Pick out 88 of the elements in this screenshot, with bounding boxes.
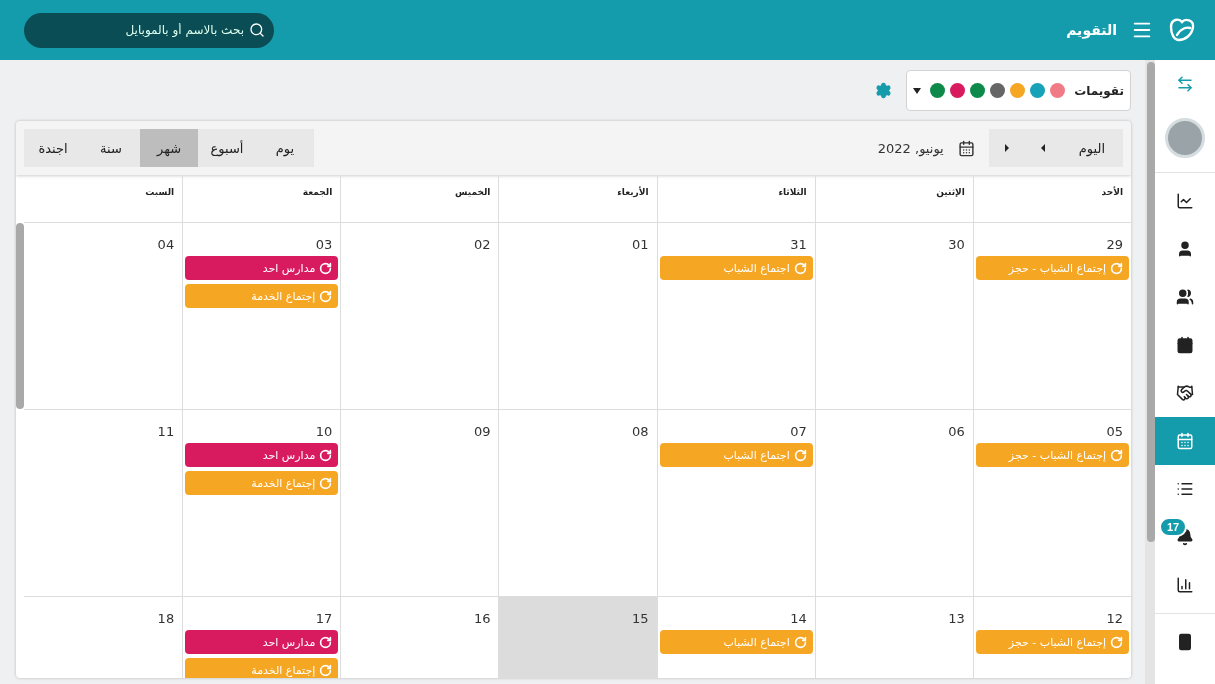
calendar-icon[interactable]: [957, 139, 975, 157]
day-number: 10: [314, 424, 334, 439]
day-number: 13: [947, 611, 966, 626]
page-title: التقويم: [1066, 22, 1117, 38]
calendar-event[interactable]: مدارس احد: [185, 630, 339, 654]
day-number: 11: [156, 424, 176, 439]
caret-icon: [913, 87, 921, 94]
weekday-header: السبت: [144, 186, 176, 199]
day-number: 30: [947, 237, 966, 252]
caret-icon: [1002, 144, 1011, 152]
repeat-icon: [319, 663, 333, 677]
weekday-header: الخميس: [340, 175, 499, 222]
handshake-icon: [1176, 384, 1194, 402]
view-tab[interactable]: شهر: [140, 129, 198, 167]
view-tab[interactable]: أسبوع: [198, 129, 256, 167]
scrollbar-thumb[interactable]: [16, 223, 24, 409]
repeat-icon: [1110, 635, 1123, 649]
calendar-icon: [1176, 336, 1194, 354]
repeat-icon: [319, 635, 333, 649]
day-number: 12: [1105, 611, 1124, 626]
day-number: 31: [789, 237, 808, 252]
weekday-header: الثلاثاء: [656, 175, 815, 222]
day-number: 04: [156, 237, 176, 252]
repeat-icon: [319, 289, 333, 303]
event-title: إجتماع الخدمة: [251, 289, 316, 303]
calendars-dropdown[interactable]: تقويمات: [906, 70, 1131, 111]
current-period: يونيو, 2022: [877, 140, 944, 156]
event-title: إجتماع الشباب - حجز: [1008, 261, 1106, 275]
day-number: 03: [314, 237, 334, 252]
repeat-icon: [1110, 261, 1123, 275]
day-number: 02: [472, 237, 492, 252]
event-title: اجتماع الشباب: [723, 448, 790, 462]
calendars-label: تقويمات: [1074, 83, 1124, 98]
weekday-header: الأحد: [972, 175, 1131, 222]
day-number: 06: [947, 424, 966, 439]
event-title: إجتماع الشباب - حجز: [1008, 635, 1106, 649]
search-icon: [249, 21, 265, 38]
calendar-event[interactable]: مدارس احد: [185, 443, 339, 467]
calendar-event[interactable]: مدارس احد: [185, 256, 339, 280]
day-number: 01: [631, 237, 650, 252]
scrollbar[interactable]: [1145, 60, 1155, 684]
day-cell[interactable]: 16: [340, 597, 499, 678]
event-title: مدارس احد: [262, 261, 316, 275]
line-chart-icon: [1176, 192, 1194, 210]
settings-icon[interactable]: [875, 82, 892, 99]
repeat-icon: [319, 476, 333, 490]
phone-icon: [1176, 633, 1194, 651]
list-icon: [1176, 480, 1194, 498]
weekday-header: الأربعاء: [498, 175, 657, 222]
view-tab[interactable]: يوم: [256, 129, 314, 167]
day-number: 15: [631, 611, 650, 626]
today-button[interactable]: اليوم: [1060, 129, 1123, 167]
repeat-icon: [1110, 448, 1123, 462]
avatar[interactable]: [1165, 118, 1205, 158]
event-title: مدارس احد: [262, 448, 316, 462]
user-icon: [1176, 240, 1194, 258]
day-number: 09: [472, 424, 492, 439]
event-title: اجتماع الشباب: [723, 635, 790, 649]
day-number: 14: [789, 611, 808, 626]
weekday-header: الإثنين: [814, 175, 973, 222]
repeat-icon: [793, 635, 807, 649]
repeat-icon: [319, 261, 333, 275]
view-tab[interactable]: اجندة: [24, 129, 82, 167]
event-title: إجتماع الخدمة: [251, 476, 316, 490]
weekday-header: الجمعة: [182, 175, 341, 222]
day-number: 16: [472, 611, 492, 626]
notification-badge: 17: [1159, 517, 1188, 537]
event-title: إجتماع الخدمة: [251, 663, 316, 677]
repeat-icon: [793, 448, 807, 462]
day-number: 29: [1105, 237, 1124, 252]
day-number: 18: [156, 611, 176, 626]
view-tab[interactable]: سنة: [82, 129, 140, 167]
calendar-grid-icon: [1176, 432, 1194, 450]
event-title: اجتماع الشباب: [723, 261, 790, 275]
users-icon: [1176, 288, 1194, 306]
day-number: 08: [631, 424, 650, 439]
event-title: إجتماع الشباب - حجز: [1008, 448, 1106, 462]
day-cell[interactable]: 13: [814, 597, 973, 678]
swap-arrows-icon: [1176, 75, 1194, 93]
repeat-icon: [793, 261, 807, 275]
scrollbar-thumb[interactable]: [1147, 62, 1155, 542]
event-title: مدارس احد: [262, 635, 316, 649]
day-number: 17: [314, 611, 334, 626]
bar-chart-icon: [1176, 576, 1194, 594]
repeat-icon: [319, 448, 333, 462]
day-number: 05: [1105, 424, 1124, 439]
day-number: 07: [789, 424, 808, 439]
day-cell[interactable]: 15: [498, 597, 657, 678]
